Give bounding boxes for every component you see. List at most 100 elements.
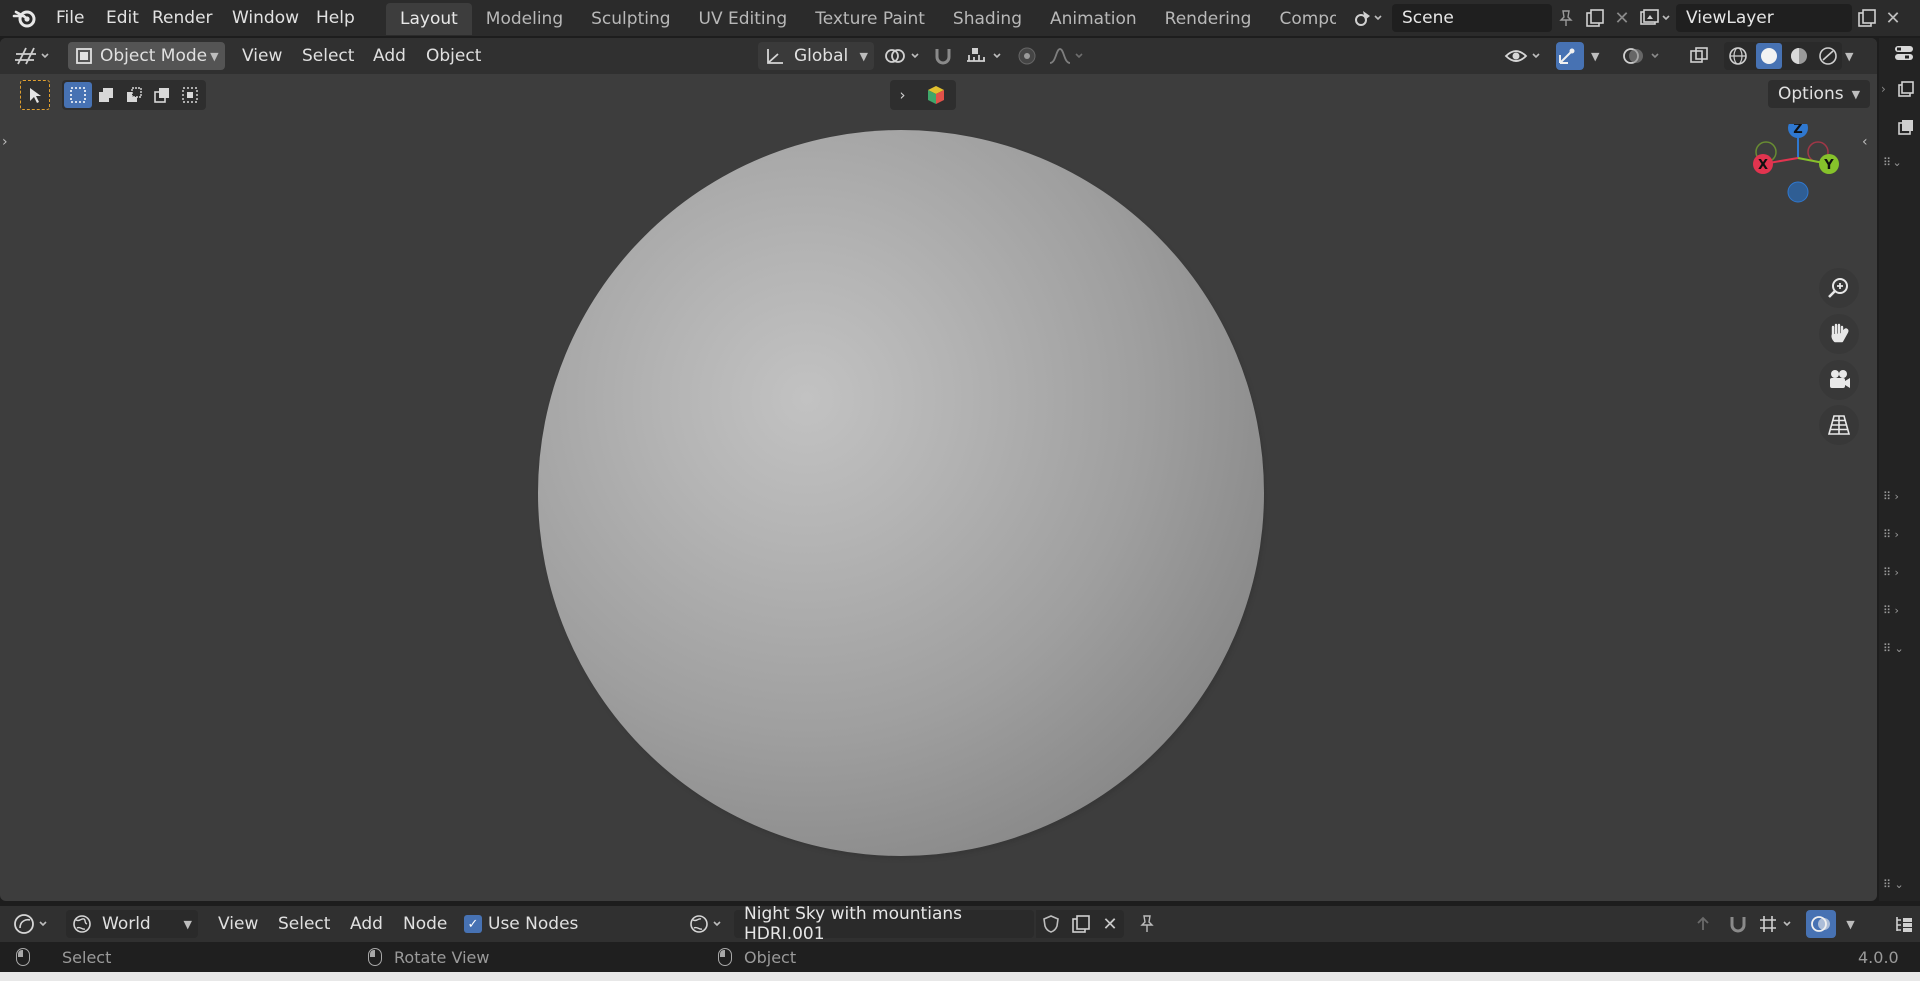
drag-handle-icon[interactable]: ⠿ ⌄ (1883, 642, 1904, 655)
scene-icon (1355, 11, 1382, 26)
pin-node-tree-icon[interactable] (1132, 910, 1162, 938)
perspective-toggle-button[interactable] (1819, 405, 1859, 445)
overlays-dropdown[interactable] (1622, 42, 1668, 70)
zoom-icon (1828, 278, 1848, 298)
material-preview-icon[interactable] (1788, 45, 1810, 67)
pan-button[interactable] (1819, 314, 1859, 354)
invert-selection-button[interactable] (148, 80, 176, 110)
snap-target-dropdown[interactable] (964, 42, 1008, 70)
transform-orientation-dropdown[interactable]: Global ▼ (758, 42, 874, 70)
view-layer-name-field[interactable]: ViewLayer (1676, 4, 1852, 32)
select-tool-button[interactable] (20, 80, 50, 110)
drag-handle-icon[interactable]: ⠿ › (1883, 604, 1899, 617)
shading-options-dropdown[interactable]: ▼ (1842, 42, 1866, 70)
rendered-shading-icon[interactable] (1817, 45, 1839, 67)
overlays-icon (1811, 916, 1830, 932)
node-overlays-toggle[interactable] (1806, 910, 1836, 938)
new-world-icon[interactable] (1066, 910, 1096, 938)
tab-uv-editing[interactable]: UV Editing (685, 3, 802, 35)
toolbar-expand-arrow[interactable]: › (2, 134, 8, 150)
fake-user-icon[interactable] (1036, 910, 1066, 938)
tab-rendering[interactable]: Rendering (1151, 3, 1266, 35)
gizmo-dropdown[interactable]: ▼ (1588, 42, 1610, 70)
close-scene-icon[interactable]: ✕ (1610, 4, 1634, 32)
shader-type-dropdown[interactable]: World ▼ (66, 910, 198, 938)
extend-selection-button[interactable] (92, 80, 120, 110)
unlink-world-icon[interactable]: ✕ (1096, 910, 1124, 938)
viewport-menu-add[interactable]: Add (373, 42, 406, 70)
node-menu-view[interactable]: View (218, 910, 258, 938)
mode-dropdown[interactable]: Object Mode ▼ (68, 42, 225, 70)
node-snap-toggle[interactable] (1724, 910, 1752, 938)
menu-help[interactable]: Help (310, 0, 361, 36)
use-nodes-checkbox[interactable]: ✓ Use Nodes (464, 910, 578, 938)
tab-modeling[interactable]: Modeling (472, 3, 577, 35)
world-name-field[interactable]: Night Sky with mountians HDRI.001 (734, 904, 1034, 944)
node-sidebar-toggle[interactable] (1890, 910, 1918, 938)
solid-shading-button[interactable] (1755, 43, 1782, 69)
view-layer-tab-icon[interactable] (1897, 80, 1915, 98)
editor-type-button[interactable] (14, 42, 56, 70)
asset-shelf-toggle[interactable]: › (890, 80, 956, 110)
pin-scene-icon[interactable] (1552, 4, 1580, 32)
wireframe-shading-icon[interactable] (1727, 45, 1749, 67)
tab-shading[interactable]: Shading (939, 3, 1036, 35)
camera-view-button[interactable] (1819, 360, 1859, 400)
menu-file[interactable]: File (50, 0, 90, 36)
viewport-menu-object[interactable]: Object (426, 42, 481, 70)
tab-texture-paint[interactable]: Texture Paint (801, 3, 939, 35)
zoom-button[interactable] (1819, 268, 1859, 308)
sidebar-expand-arrow[interactable]: ‹ (1862, 134, 1868, 150)
scene-browse-button[interactable] (1346, 4, 1392, 32)
new-scene-icon[interactable] (1580, 4, 1610, 32)
scene-name-field[interactable]: Scene (1392, 4, 1552, 32)
pivot-point-button[interactable] (882, 42, 926, 70)
drag-handle-icon[interactable]: ⠿ ⌄ (1883, 156, 1902, 169)
gizmo-toggle[interactable] (1556, 42, 1584, 70)
proportional-edit-toggle[interactable] (1016, 42, 1044, 70)
visibility-dropdown[interactable] (1504, 42, 1548, 70)
uv-sphere-object[interactable] (538, 130, 1264, 856)
menu-render[interactable]: Render (146, 0, 219, 36)
drag-handle-icon[interactable]: ⠿ ⌄ (1883, 878, 1904, 891)
world-browse-button[interactable] (688, 910, 732, 938)
drag-handle-icon[interactable]: ⠿ › (1883, 528, 1899, 541)
tab-animation[interactable]: Animation (1036, 3, 1151, 35)
tab-compositing[interactable]: Compositing (1265, 3, 1336, 35)
proportional-falloff-dropdown[interactable] (1048, 42, 1090, 70)
tool-settings-icon[interactable] (1893, 44, 1915, 62)
3d-viewport[interactable]: Object Mode ▼ View Select Add Object Glo… (0, 38, 1877, 901)
node-overlays-dropdown[interactable]: ▼ (1838, 910, 1860, 938)
viewport-menu-view[interactable]: View (242, 42, 282, 70)
scene-collection-icon[interactable] (1897, 118, 1915, 136)
set-new-selection-button[interactable] (64, 82, 92, 108)
node-menu-select[interactable]: Select (278, 910, 330, 938)
tab-layout[interactable]: Layout (386, 3, 472, 35)
menu-edit[interactable]: Edit (100, 0, 145, 36)
grid-perspective-icon (1827, 415, 1851, 435)
close-view-layer-icon[interactable]: ✕ (1882, 4, 1904, 32)
node-editor-type-button[interactable] (12, 910, 56, 938)
menu-window[interactable]: Window (226, 0, 305, 36)
view-layer-icon (1640, 9, 1670, 25)
blender-logo-icon[interactable] (12, 7, 38, 29)
chevron-right-icon[interactable]: › (1881, 82, 1886, 96)
tab-sculpting[interactable]: Sculpting (577, 3, 684, 35)
snap-toggle[interactable] (932, 42, 962, 70)
node-menu-node[interactable]: Node (403, 910, 447, 938)
parent-node-tree-icon[interactable] (1690, 910, 1716, 938)
options-dropdown[interactable]: Options ▼ (1768, 80, 1871, 108)
viewport-menu-select[interactable]: Select (302, 42, 354, 70)
node-menu-add[interactable]: Add (350, 910, 383, 938)
scene-selector: Scene ✕ (1346, 3, 1634, 33)
new-view-layer-icon[interactable] (1852, 4, 1882, 32)
drag-handle-icon[interactable]: ⠿ › (1883, 566, 1899, 579)
subtract-selection-button[interactable] (120, 80, 148, 110)
intersect-selection-button[interactable] (176, 80, 204, 110)
drag-handle-icon[interactable]: ⠿ › (1883, 490, 1899, 503)
view-layer-browse-button[interactable] (1634, 4, 1676, 32)
xray-toggle[interactable] (1688, 42, 1714, 70)
navigation-gizmo[interactable]: Z X Y (1744, 124, 1840, 220)
3d-viewport-icon (15, 47, 49, 65)
node-snap-target-dropdown[interactable] (1756, 910, 1800, 938)
